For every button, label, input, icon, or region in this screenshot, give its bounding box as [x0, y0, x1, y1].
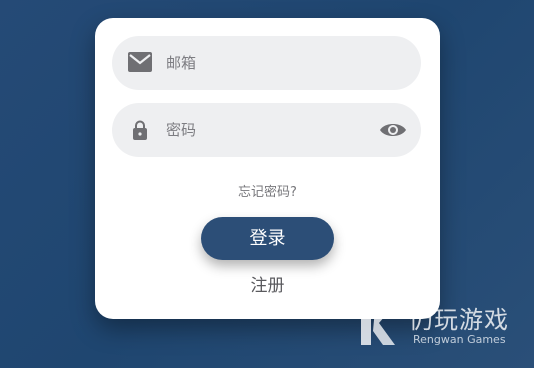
forgot-password-link[interactable]: 忘记密码? [95, 181, 440, 200]
login-card: 邮箱 密码 忘记密码? 登录 注册 [95, 18, 440, 319]
eye-icon[interactable] [379, 121, 407, 143]
mail-icon [128, 52, 152, 76]
watermark: 仍玩游戏 Rengwan Games [357, 301, 527, 357]
watermark-title: 仍玩游戏 [409, 306, 509, 334]
register-link[interactable]: 注册 [95, 271, 440, 296]
lock-icon [132, 120, 148, 144]
email-field[interactable]: 邮箱 [112, 36, 421, 90]
password-field[interactable]: 密码 [112, 103, 421, 157]
watermark-subtitle: Rengwan Games [413, 333, 506, 346]
rengwan-logo-icon [357, 303, 405, 355]
email-placeholder: 邮箱 [166, 54, 197, 72]
password-placeholder: 密码 [166, 121, 197, 139]
login-button[interactable]: 登录 [201, 217, 334, 260]
